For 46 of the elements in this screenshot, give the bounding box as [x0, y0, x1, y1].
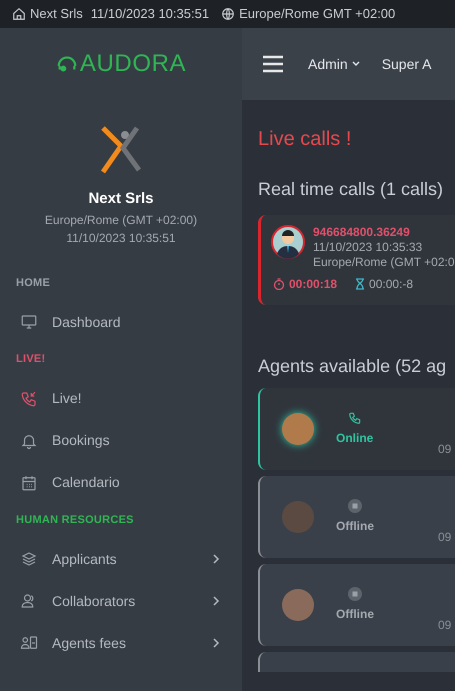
- date-time: 11/10/2023 10:35:51: [90, 5, 210, 24]
- hourglass-icon: [355, 278, 366, 290]
- timezone-text: Europe/Rome GMT +02:00: [239, 5, 396, 24]
- section-heading: LIVE!: [15, 352, 46, 367]
- call-number: 946684800.36249: [313, 225, 411, 240]
- remaining-time: 00:00:-8: [369, 276, 414, 293]
- nav-item[interactable]: Dashboard: [52, 312, 220, 332]
- home-icon: [12, 7, 26, 21]
- stop-icon: [348, 499, 362, 513]
- avatar-photo-placeholder: [282, 589, 314, 621]
- person-avatar-icon: [271, 225, 305, 259]
- avatar-photo-placeholder: [282, 413, 314, 445]
- brand-logo: AUDORA: [80, 49, 186, 79]
- nav-item[interactable]: Applicants: [52, 548, 212, 570]
- menu-link[interactable]: Admin: [308, 54, 360, 74]
- stopwatch-icon: [273, 278, 285, 290]
- section-heading: Real time calls (1 calls): [258, 178, 444, 201]
- phone-icon: [348, 411, 362, 425]
- nav-item[interactable]: Agents fees: [52, 632, 212, 654]
- nav-item[interactable]: Calendario: [52, 472, 220, 493]
- company-name: Next Srls: [30, 5, 83, 24]
- time-text: 09: [438, 529, 452, 546]
- section-heading: HUMAN RESOURCES: [15, 512, 135, 528]
- nav-item[interactable]: Bookings: [52, 430, 220, 451]
- company-logo-icon: [99, 124, 143, 176]
- stop-icon: [348, 587, 362, 601]
- page-title: Live calls !: [258, 127, 352, 152]
- date-time: 11/10/2023 10:35:51: [66, 230, 176, 246]
- time-text: 09: [438, 617, 452, 634]
- nav-item[interactable]: Live!: [52, 388, 220, 409]
- status-label: Offline: [336, 518, 374, 535]
- elapsed-time: 00:00:18: [289, 276, 338, 293]
- call-date: 11/10/2023 10:35:33: [313, 240, 424, 255]
- status-label: Online: [336, 430, 374, 447]
- menu-link[interactable]: Super A: [382, 54, 432, 74]
- company-name: Next Srls: [88, 189, 154, 209]
- menu-icon[interactable]: [262, 55, 284, 73]
- status-label: Offline: [336, 606, 374, 623]
- time-text: 09: [438, 441, 452, 458]
- globe-icon: [221, 7, 236, 21]
- section-heading: HOME: [15, 276, 52, 290]
- timezone-text: Europe/Rome (GMT +02:00): [44, 212, 198, 228]
- nav-item[interactable]: Collaborators: [52, 590, 212, 612]
- avatar-photo-placeholder: [282, 501, 314, 533]
- call-timezone: Europe/Rome (GMT +02:0: [313, 255, 455, 270]
- section-heading: Agents available (52 ag: [258, 355, 448, 378]
